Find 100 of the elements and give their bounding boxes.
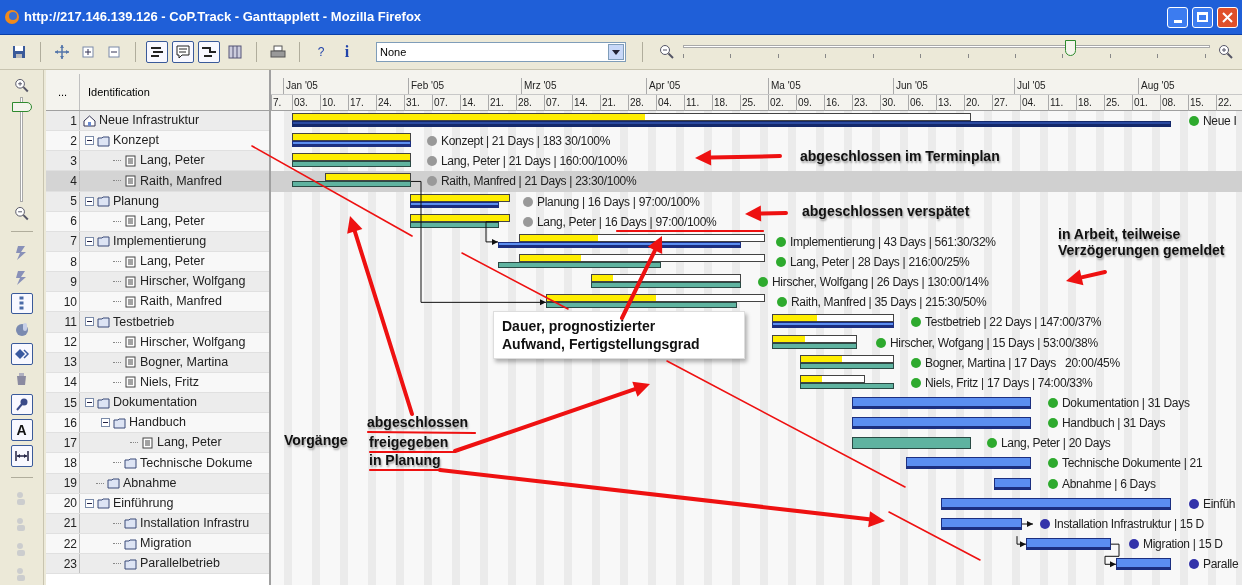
zoom-in-icon[interactable] xyxy=(1218,44,1234,60)
tree-row[interactable]: 14 Niels, Fritz xyxy=(46,372,269,393)
slider-thumb[interactable] xyxy=(1064,40,1076,56)
task-bar[interactable] xyxy=(292,161,411,168)
document-icon xyxy=(124,376,137,389)
tree-row[interactable]: 5 Planung xyxy=(46,191,269,212)
document-icon xyxy=(124,356,137,369)
collapse-toggle[interactable] xyxy=(85,136,94,146)
dots-button[interactable] xyxy=(10,292,33,315)
task-bar[interactable] xyxy=(292,181,411,188)
zoom-out-icon[interactable] xyxy=(13,205,30,222)
zoom-slider[interactable] xyxy=(9,97,34,202)
day-label: 7. xyxy=(271,95,282,111)
summary-bar[interactable] xyxy=(772,322,894,329)
day-label: 20. xyxy=(964,95,980,111)
tree-row[interactable]: 7 Implementierung xyxy=(46,231,269,252)
tree-row[interactable]: 23 Parallelbetrieb xyxy=(46,554,269,575)
collapse-toggle[interactable] xyxy=(85,317,94,327)
row-number: 17 xyxy=(46,433,80,453)
summary-bar[interactable] xyxy=(906,457,1031,470)
task-bar[interactable] xyxy=(546,302,737,309)
info-button[interactable]: i xyxy=(336,41,358,63)
zoom-out-icon[interactable] xyxy=(659,44,675,60)
day-label: 25. xyxy=(740,95,756,111)
summary-bar[interactable] xyxy=(1026,537,1111,550)
summary-bar[interactable] xyxy=(292,141,411,148)
row-number: 20 xyxy=(46,493,80,513)
speech-bubble-button[interactable] xyxy=(172,41,194,63)
task-summary: Abnahme | 6 Days xyxy=(1062,476,1156,491)
tree-row[interactable]: 22 Migration xyxy=(46,533,269,555)
collapse-toggle[interactable] xyxy=(85,236,94,246)
tree-row[interactable]: 1 Neue Infrastruktur xyxy=(46,111,269,132)
tree-row[interactable]: 6 Lang, Peter xyxy=(46,211,269,232)
arrow xyxy=(1066,269,1107,286)
task-bar[interactable] xyxy=(800,382,894,389)
collapse-toggle[interactable] xyxy=(85,498,94,508)
dependency-arrow xyxy=(1016,535,1027,548)
task-name: Hirscher, Wolfgang xyxy=(140,333,246,351)
tree-row[interactable]: 3 Lang, Peter xyxy=(46,151,269,172)
help-button[interactable]: ? xyxy=(310,41,332,63)
tree-row[interactable]: 11 Testbetrieb xyxy=(46,312,269,333)
tree-row[interactable]: 9 Hirscher, Wolfgang xyxy=(46,272,269,293)
step-lines-button[interactable] xyxy=(198,41,220,63)
annotation-text: abgeschlossen xyxy=(367,414,469,430)
step-lines-icon xyxy=(201,44,217,60)
column-header[interactable]: ... xyxy=(46,74,80,110)
task-name: Implementierung xyxy=(113,233,207,251)
tree-row[interactable]: 12 Hirscher, Wolfgang xyxy=(46,332,269,353)
zoom-in-icon[interactable] xyxy=(13,78,30,94)
task-name: Migration xyxy=(140,535,192,553)
tree-row[interactable]: 10 Raith, Manfred xyxy=(46,292,269,313)
task-bar[interactable] xyxy=(772,342,857,349)
collapse-toggle[interactable] xyxy=(101,418,110,428)
row-number: 22 xyxy=(46,533,80,554)
slider-thumb[interactable] xyxy=(11,102,32,113)
maximize-button[interactable] xyxy=(1192,6,1213,28)
summary-bar[interactable] xyxy=(994,477,1031,490)
task-name: Planung xyxy=(113,192,159,210)
tree-row[interactable]: 2 Konzept xyxy=(46,131,269,152)
summary-bar[interactable] xyxy=(941,497,1171,510)
select-dropdown[interactable]: None xyxy=(376,42,626,62)
folder-icon xyxy=(124,517,137,530)
task-bar[interactable] xyxy=(498,262,661,268)
task-bar[interactable] xyxy=(591,282,741,289)
folder-icon xyxy=(124,456,137,469)
diamond-arrow-button[interactable] xyxy=(10,343,33,365)
tree-row[interactable]: 19 Abnahme xyxy=(46,473,269,494)
close-button[interactable] xyxy=(1217,6,1238,28)
collapse-toggle[interactable] xyxy=(85,196,94,206)
tree-row[interactable]: 4 Raith, Manfred xyxy=(46,171,269,192)
summary-bar[interactable] xyxy=(852,417,1031,430)
print-icon xyxy=(270,44,286,60)
pin-button[interactable] xyxy=(10,394,33,416)
task-bar[interactable] xyxy=(852,437,971,450)
day-label: 30. xyxy=(880,95,896,111)
row-number: 11 xyxy=(46,312,80,332)
minus-icon xyxy=(106,44,122,60)
width-arrows-button[interactable] xyxy=(10,445,33,467)
tree-row[interactable]: 13 Bogner, Martina xyxy=(46,352,269,373)
summary-bar[interactable] xyxy=(941,517,1022,530)
day-label: 22. xyxy=(1216,95,1232,111)
bars-button[interactable] xyxy=(146,41,168,63)
task-bar[interactable] xyxy=(410,221,499,228)
folder-icon xyxy=(124,557,137,570)
tree-row[interactable]: 18 Technische Dokume xyxy=(46,453,269,474)
task-bar[interactable] xyxy=(800,362,894,369)
folder-icon xyxy=(97,195,110,208)
collapse-toggle[interactable] xyxy=(85,398,94,408)
minimize-button[interactable] xyxy=(1167,6,1188,28)
tree-row[interactable]: 17 Lang, Peter xyxy=(46,433,269,454)
summary-bar[interactable] xyxy=(852,396,1031,409)
tree-row[interactable]: 15 Dokumentation xyxy=(46,392,269,414)
font-button[interactable]: A xyxy=(10,419,33,442)
tree-row[interactable]: 21 Installation Infrastru xyxy=(46,513,269,534)
column-header[interactable]: Identification xyxy=(80,74,269,110)
tree-row[interactable]: 16 Handbuch xyxy=(46,413,269,434)
annotation-text: abgeschlossen im Terminplan xyxy=(800,148,1000,164)
tree-row[interactable]: 20 Einführung xyxy=(46,493,269,514)
summary-bar[interactable] xyxy=(1116,558,1171,571)
tree-row[interactable]: 8 Lang, Peter xyxy=(46,252,269,273)
